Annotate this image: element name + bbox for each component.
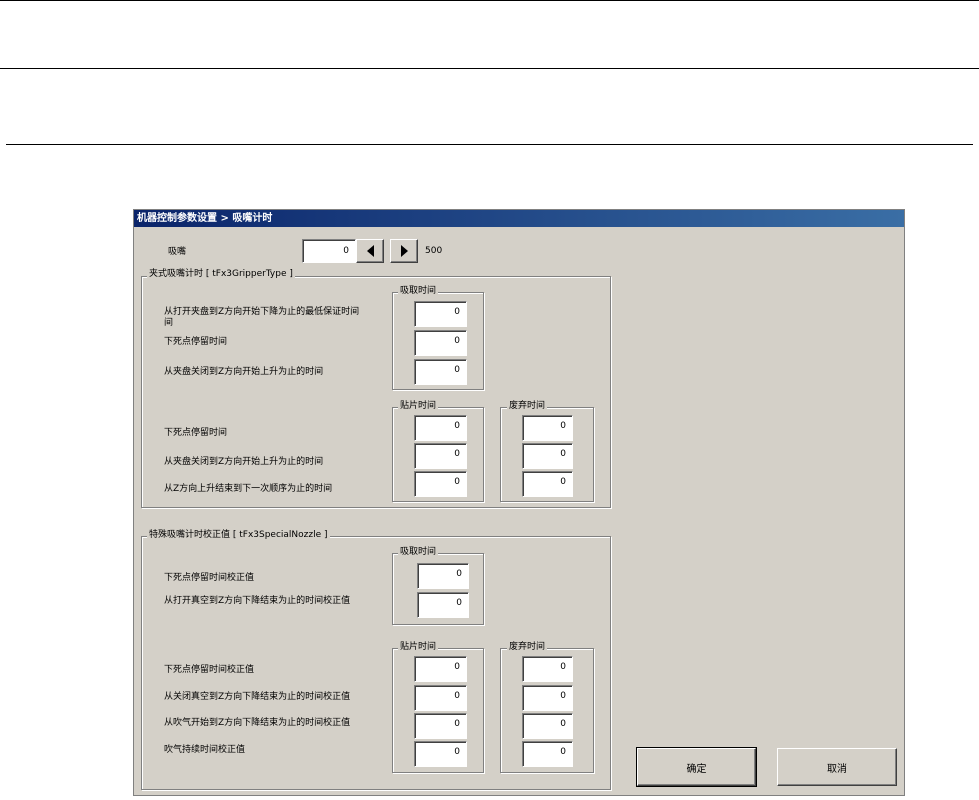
gripper-pickup-label-1: 下死点停留时间 — [164, 337, 228, 347]
gripper-discard-field-1[interactable]: 0 — [522, 443, 573, 469]
triangle-left-icon — [366, 245, 374, 257]
gripper-place-title: 贴片时间 — [398, 401, 439, 411]
special-discard-field-1[interactable]: 0 — [522, 685, 573, 711]
special-pickup-field-1[interactable]: 0 — [417, 592, 469, 618]
nozzle-max-label: 500 — [425, 246, 443, 256]
special-discard-title: 废弃时间 — [507, 642, 548, 652]
lower-rule — [6, 144, 973, 145]
settings-dialog: 机器控制参数设置 > 吸嘴计时 吸嘴 0 500 夹式吸嘴计时 [ tFx3Gr… — [133, 209, 905, 796]
special-pickup-label-0: 下死点停留时间校正值 — [164, 573, 255, 583]
gripper-pickup-title: 吸取时间 — [398, 286, 439, 296]
gripper-place-label-1: 从夹盘关闭到Z方向开始上升为止的时间 — [164, 457, 324, 467]
gripper-place-label-2: 从Z方向上升结束到下一次顺序为止的时间 — [164, 484, 333, 494]
special-place-field-0[interactable]: 0 — [414, 656, 467, 682]
special-place-label-0: 下死点停留时间校正值 — [164, 665, 255, 675]
gripper-pickup-field-0[interactable]: 0 — [414, 301, 467, 327]
gripper-place-field-0[interactable]: 0 — [414, 415, 467, 441]
special-place-field-1[interactable]: 0 — [414, 685, 467, 711]
nozzle-value-field[interactable]: 0 — [302, 239, 356, 263]
special-pickup-label-1: 从打开真空到Z方向下降结束为止的时间校正值 — [164, 596, 351, 606]
special-discard-field-2[interactable]: 0 — [522, 713, 573, 739]
gripper-place-field-2[interactable]: 0 — [414, 471, 467, 497]
special-place-label-1: 从关闭真空到Z方向下降结束为止的时间校正值 — [164, 692, 351, 702]
special-place-field-3[interactable]: 0 — [414, 741, 467, 767]
gripper-pickup-label-0-wrap: 间 — [164, 318, 174, 328]
gripper-discard-field-0[interactable]: 0 — [522, 415, 573, 441]
nozzle-increment-button[interactable] — [390, 239, 418, 263]
ok-button[interactable]: 确定 — [636, 747, 757, 787]
special-discard-field-0[interactable]: 0 — [522, 656, 573, 682]
middle-rule — [0, 68, 979, 69]
special-pickup-field-0[interactable]: 0 — [417, 563, 469, 589]
gripper-pickup-label-2: 从夹盘关闭到Z方向开始上升为止的时间 — [164, 367, 324, 377]
window-title: 机器控制参数设置 > 吸嘴计时 — [134, 210, 904, 227]
gripper-pickup-field-1[interactable]: 0 — [414, 330, 467, 356]
nozzle-label: 吸嘴 — [168, 247, 187, 257]
special-place-label-3: 吹气持续时间校正值 — [164, 745, 246, 755]
gripper-group-title: 夹式吸嘴计时 [ tFx3GripperType ] — [147, 269, 295, 279]
special-group-title: 特殊吸嘴计时校正值 [ tFx3SpecialNozzle ] — [147, 530, 330, 540]
gripper-discard-field-2[interactable]: 0 — [522, 471, 573, 497]
triangle-right-icon — [400, 245, 408, 257]
special-pickup-title: 吸取时间 — [398, 547, 439, 557]
special-place-title: 贴片时间 — [398, 642, 439, 652]
special-place-label-2: 从吹气开始到Z方向下降结束为止的时间校正值 — [164, 718, 351, 728]
cancel-button[interactable]: 取消 — [777, 748, 897, 786]
special-discard-field-3[interactable]: 0 — [522, 741, 573, 767]
gripper-place-label-0: 下死点停留时间 — [164, 428, 228, 438]
gripper-pickup-field-2[interactable]: 0 — [414, 359, 467, 385]
gripper-pickup-label-0: 从打开夹盘到Z方向开始下降为止的最低保证时间 — [164, 307, 360, 317]
gripper-place-field-1[interactable]: 0 — [414, 443, 467, 469]
top-rule — [0, 0, 979, 1]
nozzle-decrement-button[interactable] — [356, 239, 384, 263]
special-place-field-2[interactable]: 0 — [414, 713, 467, 739]
gripper-discard-title: 废弃时间 — [507, 401, 548, 411]
